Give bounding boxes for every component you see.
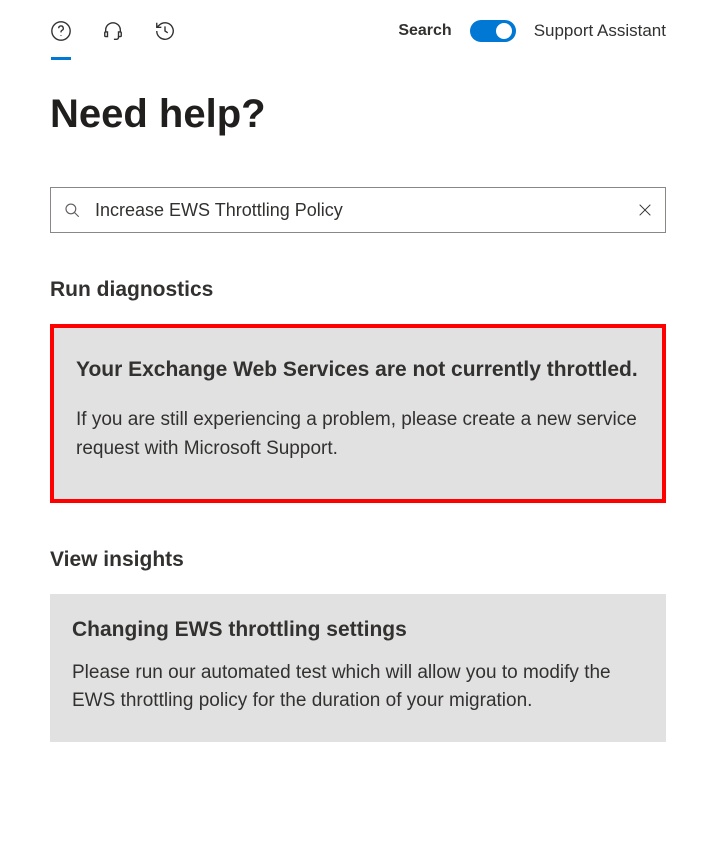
top-icon-tabs xyxy=(50,20,176,42)
diagnostics-title: Your Exchange Web Services are not curre… xyxy=(76,356,640,384)
top-bar: Search Support Assistant xyxy=(50,20,666,42)
insights-section: View insights Changing EWS throttling se… xyxy=(50,548,666,741)
insights-title: Changing EWS throttling settings xyxy=(72,616,644,644)
clear-icon[interactable] xyxy=(637,202,653,218)
search-box xyxy=(50,187,666,233)
headset-icon xyxy=(102,20,124,42)
insights-heading: View insights xyxy=(50,548,666,572)
top-right-controls: Search Support Assistant xyxy=(398,20,666,42)
help-tab[interactable] xyxy=(50,20,72,42)
toggle-knob xyxy=(496,23,512,39)
insights-card[interactable]: Changing EWS throttling settings Please … xyxy=(50,594,666,741)
history-icon xyxy=(154,20,176,42)
diagnostics-heading: Run diagnostics xyxy=(50,278,666,302)
diagnostics-body: If you are still experiencing a problem,… xyxy=(76,406,640,463)
headset-tab[interactable] xyxy=(102,20,124,42)
page-title: Need help? xyxy=(50,92,666,137)
assistant-toggle[interactable] xyxy=(470,20,516,42)
search-mode-label: Search xyxy=(398,22,451,40)
history-tab[interactable] xyxy=(154,20,176,42)
diagnostics-result-card: Your Exchange Web Services are not curre… xyxy=(50,324,666,503)
help-icon xyxy=(50,20,72,42)
search-input[interactable] xyxy=(95,200,623,221)
assistant-label: Support Assistant xyxy=(534,21,666,41)
search-icon xyxy=(63,201,81,219)
active-tab-underline xyxy=(51,57,71,60)
insights-body: Please run our automated test which will… xyxy=(72,659,644,716)
